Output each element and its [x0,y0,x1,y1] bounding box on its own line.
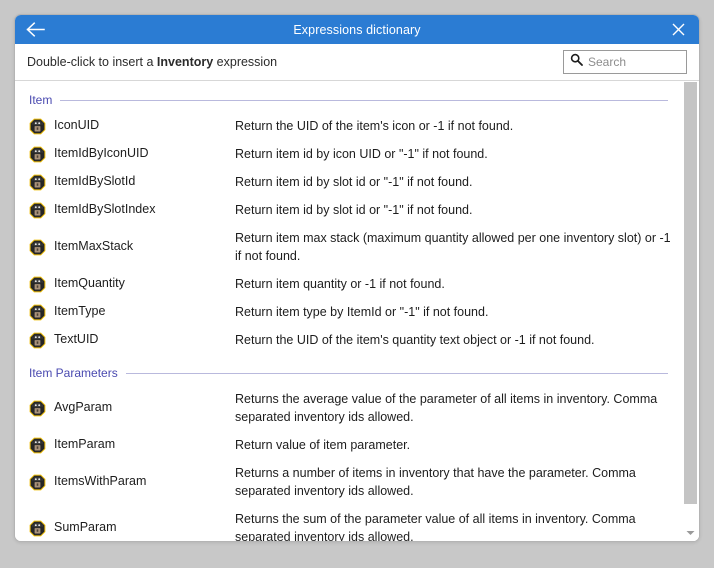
expression-name: ItemsWithParam [54,464,235,490]
expression-row[interactable]: SumParamReturns the sum of the parameter… [15,505,682,541]
section-header-label: Item [29,93,60,107]
arrow-left-icon [26,22,45,37]
expression-row[interactable]: ItemsWithParamReturns a number of items … [15,459,682,505]
expression-description: Return item type by ItemId or "-1" if no… [235,303,672,321]
section-divider [60,100,668,101]
expression-function-icon [29,202,46,219]
expression-function-icon [29,304,46,321]
expression-function-icon [29,146,46,163]
insert-hint-suffix: expression [213,55,277,69]
close-icon [672,23,685,36]
expression-list: ItemIconUIDReturn the UID of the item's … [15,81,682,541]
search-icon [570,53,583,71]
expression-description: Returns the sum of the parameter value o… [235,510,672,541]
section-header-label: Item Parameters [29,366,126,380]
expression-row[interactable]: IconUIDReturn the UID of the item's icon… [15,112,682,140]
expression-name: ItemIdBySlotId [54,173,235,190]
expression-function-icon [29,276,46,293]
expression-name: ItemIdByIconUID [54,145,235,162]
expression-function-icon [29,174,46,191]
dictionary-content: ItemIconUIDReturn the UID of the item's … [15,81,699,541]
expression-row[interactable]: ItemIdBySlotIdReturn item id by slot id … [15,168,682,196]
expression-description: Return item quantity or -1 if not found. [235,275,672,293]
expression-name: ItemQuantity [54,275,235,292]
expression-function-icon [29,437,46,454]
expression-row[interactable]: ItemQuantityReturn item quantity or -1 i… [15,270,682,298]
expression-name: ItemType [54,303,235,320]
expression-name: TextUID [54,331,235,348]
expression-description: Return item id by icon UID or "-1" if no… [235,145,672,163]
expression-row[interactable]: ItemIdByIconUIDReturn item id by icon UI… [15,140,682,168]
close-button[interactable] [657,15,699,44]
expression-description: Returns the average value of the paramet… [235,390,672,426]
expression-description: Return value of item parameter. [235,436,672,454]
expression-function-icon [29,118,46,135]
expression-description: Return the UID of the item's icon or -1 … [235,117,672,135]
expression-function-icon [29,332,46,349]
expression-function-icon [29,520,46,537]
expression-name: IconUID [54,117,235,134]
subheader-bar: Double-click to insert a Inventory expre… [15,44,699,81]
expression-name: ItemIdBySlotIndex [54,201,235,218]
search-input[interactable] [588,55,680,69]
expression-row[interactable]: ItemParamReturn value of item parameter. [15,431,682,459]
insert-hint: Double-click to insert a Inventory expre… [27,55,277,69]
section-divider [126,373,668,374]
expression-function-icon [29,239,46,256]
expression-description: Return the UID of the item's quantity te… [235,331,672,349]
scrollbar-thumb[interactable] [684,82,697,504]
expression-row[interactable]: ItemIdBySlotIndexReturn item id by slot … [15,196,682,224]
window-title: Expressions dictionary [15,23,699,37]
section-header: Item Parameters [15,365,682,381]
vertical-scrollbar[interactable] [682,81,699,541]
expression-description: Returns a number of items in inventory t… [235,464,672,500]
scroll-down-button[interactable] [682,524,699,541]
expression-name: ItemParam [54,436,235,453]
search-box[interactable] [563,50,687,74]
expressions-dictionary-window: Expressions dictionary Double-click to i… [14,14,700,542]
expression-name: ItemMaxStack [54,229,235,255]
expression-name: SumParam [54,510,235,536]
expression-description: Return item id by slot id or "-1" if not… [235,201,672,219]
expression-row[interactable]: TextUIDReturn the UID of the item's quan… [15,326,682,354]
expression-description: Return item id by slot id or "-1" if not… [235,173,672,191]
scrollbar-track[interactable] [682,81,699,524]
expression-name: AvgParam [54,390,235,416]
title-bar: Expressions dictionary [15,15,699,44]
insert-hint-context: Inventory [157,55,213,69]
expression-description: Return item max stack (maximum quantity … [235,229,672,265]
expression-function-icon [29,474,46,491]
back-button[interactable] [15,15,55,44]
expression-row[interactable]: ItemTypeReturn item type by ItemId or "-… [15,298,682,326]
expression-row[interactable]: ItemMaxStackReturn item max stack (maxim… [15,224,682,270]
expression-row[interactable]: AvgParamReturns the average value of the… [15,385,682,431]
expression-function-icon [29,400,46,417]
insert-hint-prefix: Double-click to insert a [27,55,157,69]
chevron-down-icon [686,530,695,536]
section-header: Item [15,92,682,108]
